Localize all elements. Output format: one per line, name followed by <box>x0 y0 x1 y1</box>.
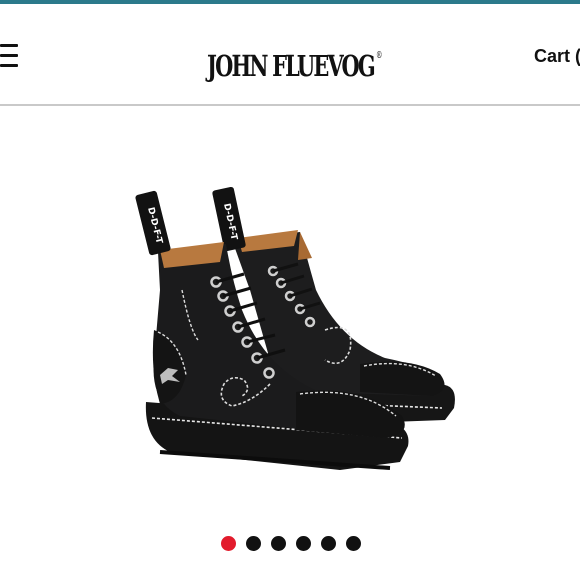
cart-link[interactable]: Cart ( <box>534 46 580 67</box>
brand-logo[interactable]: JOHN FLUEVOG ® <box>207 30 383 83</box>
gallery-dot-3[interactable] <box>271 536 286 551</box>
menu-bar-bottom <box>0 64 18 67</box>
header-divider <box>0 104 580 106</box>
hamburger-menu-icon[interactable] <box>0 44 22 70</box>
product-image: D-D-F-T D-D-F-T <box>135 186 455 470</box>
gallery-pagination <box>0 536 580 552</box>
gallery-dot-4[interactable] <box>296 536 311 551</box>
gallery-dot-6[interactable] <box>346 536 361 551</box>
menu-bar-top <box>0 44 18 47</box>
gallery-dot-1[interactable] <box>221 536 236 551</box>
brand-name: JOHN FLUEVOG <box>207 49 376 83</box>
gallery-dot-2[interactable] <box>246 536 261 551</box>
gallery-dot-5[interactable] <box>321 536 336 551</box>
menu-bar-middle <box>0 54 18 57</box>
registered-mark: ® <box>376 51 383 61</box>
site-header: JOHN FLUEVOG ® Cart ( <box>0 4 580 104</box>
